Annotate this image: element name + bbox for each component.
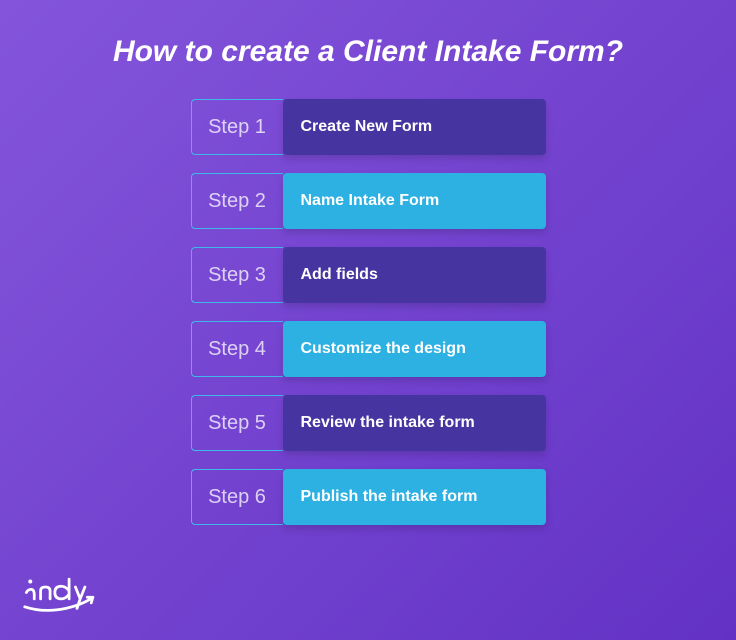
step-description-4: Customize the design [283, 321, 546, 377]
step-label-3: Step 3 [191, 247, 283, 303]
step-label-1: Step 1 [191, 99, 283, 155]
indy-logo [20, 557, 115, 622]
step-label-6: Step 6 [191, 469, 283, 525]
step-row-5: Step 5 Review the intake form [191, 395, 546, 451]
step-label-5: Step 5 [191, 395, 283, 451]
step-row-1: Step 1 Create New Form [191, 99, 546, 155]
step-label-2: Step 2 [191, 173, 283, 229]
step-description-1: Create New Form [283, 99, 546, 155]
step-row-6: Step 6 Publish the intake form [191, 469, 546, 525]
steps-container: Step 1 Create New Form Step 2 Name Intak… [0, 99, 736, 525]
step-description-6: Publish the intake form [283, 469, 546, 525]
step-row-2: Step 2 Name Intake Form [191, 173, 546, 229]
step-label-4: Step 4 [191, 321, 283, 377]
step-row-4: Step 4 Customize the design [191, 321, 546, 377]
page-title: How to create a Client Intake Form? [0, 0, 736, 99]
step-description-3: Add fields [283, 247, 546, 303]
step-row-3: Step 3 Add fields [191, 247, 546, 303]
step-description-2: Name Intake Form [283, 173, 546, 229]
step-description-5: Review the intake form [283, 395, 546, 451]
